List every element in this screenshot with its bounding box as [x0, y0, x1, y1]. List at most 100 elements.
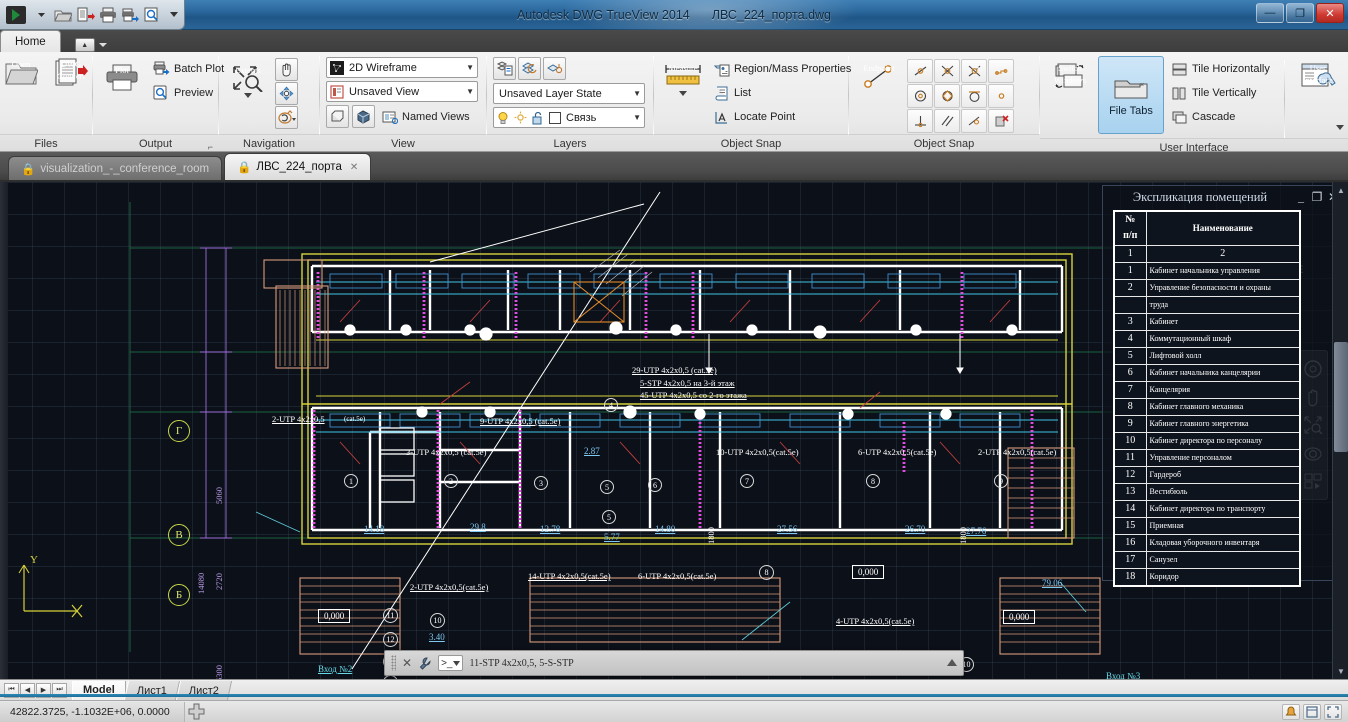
- scroll-up-arrow[interactable]: ▲: [1333, 182, 1348, 198]
- maximize-button[interactable]: ❐: [1286, 3, 1314, 23]
- snap-perpendicular-icon[interactable]: [907, 109, 933, 133]
- zoom-realtime-icon[interactable]: [275, 82, 298, 105]
- file-tabs-button[interactable]: × File Tabs: [1098, 56, 1164, 134]
- layer-combo[interactable]: Связь ▼: [493, 107, 645, 128]
- plot-button[interactable]: Plot: [99, 62, 145, 94]
- extents-dropdown-arrow[interactable]: [244, 93, 252, 98]
- minimize-button[interactable]: —: [1256, 3, 1284, 23]
- switch-windows-button[interactable]: Switch Windows: [1046, 60, 1094, 94]
- table-row[interactable]: 13 Вестибюль: [1113, 482, 1301, 501]
- tile-vertically-button[interactable]: Tile Vertically: [1168, 82, 1274, 104]
- scroll-down-arrow[interactable]: ▼: [1333, 663, 1348, 679]
- open-icon[interactable]: [54, 4, 73, 26]
- preview-icon[interactable]: [143, 4, 162, 26]
- layer-isolate-icon[interactable]: [543, 57, 566, 80]
- table-row[interactable]: 11 Управление персоналом: [1113, 448, 1301, 467]
- quick-access-toolbar[interactable]: [0, 0, 185, 30]
- file-tab-visualization[interactable]: 🔒 visualization_-_conference_room: [8, 156, 223, 180]
- user-interface-dropdown-arrow[interactable]: [1336, 125, 1344, 130]
- list-button[interactable]: List: [710, 82, 855, 104]
- command-input[interactable]: [469, 654, 941, 672]
- ribbon-options-arrow[interactable]: [98, 41, 107, 49]
- clean-screen-icon[interactable]: [1303, 703, 1321, 720]
- coordinates-display[interactable]: 42822.3725, -1.1032E+06, 0.0000: [0, 701, 185, 722]
- named-views-button[interactable]: Named Views: [378, 106, 474, 128]
- drawing-canvas[interactable]: Г В Б А 5060 2720 14080 6300 1800 1800 2…: [0, 182, 1348, 679]
- table-row[interactable]: 18 Коридор: [1113, 567, 1301, 586]
- snap-none-icon[interactable]: [988, 109, 1014, 133]
- layer-state-combo[interactable]: Unsaved Layer State ▼: [493, 83, 645, 104]
- table-row[interactable]: 10 Кабинет директора по персоналу: [1113, 431, 1301, 450]
- file-tab-lvs224[interactable]: 🔒 ЛВС_224_порта ✕: [224, 153, 372, 180]
- view-combo[interactable]: Unsaved View ▼: [326, 81, 478, 102]
- layer-properties-icon[interactable]: [493, 57, 516, 80]
- dwg-convert-icon[interactable]: [76, 4, 95, 26]
- viewport-config-icon[interactable]: [326, 105, 349, 128]
- ribbon-display-controls[interactable]: ▲: [74, 38, 107, 52]
- preview-button[interactable]: Preview: [149, 82, 228, 104]
- batch-plot-icon[interactable]: [120, 4, 139, 26]
- qat-dropdown-button[interactable]: [31, 4, 50, 26]
- extents-button[interactable]: Extents: [225, 62, 271, 100]
- cmd-settings-icon[interactable]: [418, 656, 432, 670]
- table-row[interactable]: 15 Приемная: [1113, 516, 1301, 535]
- command-line[interactable]: ✕ >_: [384, 650, 964, 676]
- orbit-icon[interactable]: [275, 106, 298, 129]
- minimize-ribbon-chip[interactable]: ▲: [74, 38, 95, 52]
- table-row[interactable]: 7 Канцелярия: [1113, 380, 1301, 399]
- table-row[interactable]: 12 Гардероб: [1113, 465, 1301, 484]
- add-status-item-button[interactable]: [185, 702, 207, 722]
- lightbulb-icon[interactable]: [497, 111, 509, 125]
- cmd-close-icon[interactable]: ✕: [402, 656, 412, 670]
- snap-parallel-icon[interactable]: [934, 109, 960, 133]
- cmd-expand-arrow[interactable]: [947, 659, 957, 667]
- close-button[interactable]: ✕: [1316, 3, 1344, 23]
- cascade-button[interactable]: Cascade: [1168, 106, 1274, 128]
- notification-icon[interactable]: [1282, 703, 1300, 720]
- tab-home[interactable]: Home: [0, 30, 61, 52]
- endpoint-button[interactable]: Endpoint: [855, 60, 903, 94]
- dwg-convert-button[interactable]: DWG Convert: [48, 56, 94, 90]
- color-swatch-icon[interactable]: [549, 111, 561, 124]
- app-menu-button[interactable]: [4, 3, 28, 27]
- visual-style-icon[interactable]: [352, 105, 375, 128]
- tile-horizontally-button[interactable]: Tile Horizontally: [1168, 58, 1274, 80]
- snap-insert-icon[interactable]: [961, 109, 987, 133]
- table-row[interactable]: 5 Лифтовой холл: [1113, 346, 1301, 365]
- window-controls[interactable]: — ❐ ✕: [1256, 3, 1344, 23]
- chevron-down-icon[interactable]: ▼: [458, 63, 474, 72]
- locate-point-button[interactable]: Locate Point: [710, 106, 855, 128]
- snap-tangent-icon[interactable]: [961, 84, 987, 108]
- cmd-prompt-icon[interactable]: >_: [438, 655, 464, 671]
- table-row[interactable]: труда: [1113, 295, 1301, 314]
- snap-apparent-intersection-icon[interactable]: [961, 59, 987, 83]
- snap-quadrant-icon[interactable]: [934, 84, 960, 108]
- qat-more-arrow[interactable]: [165, 4, 184, 26]
- table-row[interactable]: 1 Кабинет начальника управления: [1113, 261, 1301, 280]
- table-row[interactable]: 4 Коммутационный шкаф: [1113, 329, 1301, 348]
- table-row[interactable]: 2 Управление безопасности и охраны: [1113, 278, 1301, 297]
- table-row[interactable]: 9 Кабинет главного энергетика: [1113, 414, 1301, 433]
- table-row[interactable]: 16 Кладовая уборочного инвентаря: [1113, 533, 1301, 552]
- snap-center-icon[interactable]: [907, 84, 933, 108]
- region-mass-properties-button[interactable]: Region/Mass Properties: [710, 58, 855, 80]
- layer-previous-icon[interactable]: [518, 57, 541, 80]
- scroll-thumb[interactable]: [1334, 342, 1348, 452]
- canvas-vertical-scrollbar[interactable]: ▲ ▼: [1332, 182, 1348, 679]
- snap-intersection-icon[interactable]: [934, 59, 960, 83]
- user-interface-button[interactable]: User Interface: [1295, 60, 1344, 130]
- batch-plot-button[interactable]: Batch Plot: [149, 58, 228, 80]
- visual-style-combo[interactable]: 2D Wireframe ▼: [326, 57, 478, 78]
- explication-restore[interactable]: ❐: [1309, 190, 1325, 205]
- plot-icon[interactable]: [98, 4, 117, 26]
- snap-midpoint-icon[interactable]: [907, 59, 933, 83]
- explication-window[interactable]: Экспликация помещений _ ❐ ✕ № п/п Наимен…: [1102, 185, 1346, 587]
- explication-minimize[interactable]: _: [1293, 190, 1309, 205]
- cmd-grip[interactable]: [391, 655, 396, 671]
- freeze-sun-icon[interactable]: [514, 111, 527, 124]
- table-row[interactable]: 17 Санузел: [1113, 550, 1301, 569]
- fullscreen-icon[interactable]: [1324, 703, 1342, 720]
- table-row[interactable]: 3 Кабинет: [1113, 312, 1301, 331]
- table-row[interactable]: 8 Кабинет главного механика: [1113, 397, 1301, 416]
- close-icon[interactable]: ✕: [350, 162, 358, 173]
